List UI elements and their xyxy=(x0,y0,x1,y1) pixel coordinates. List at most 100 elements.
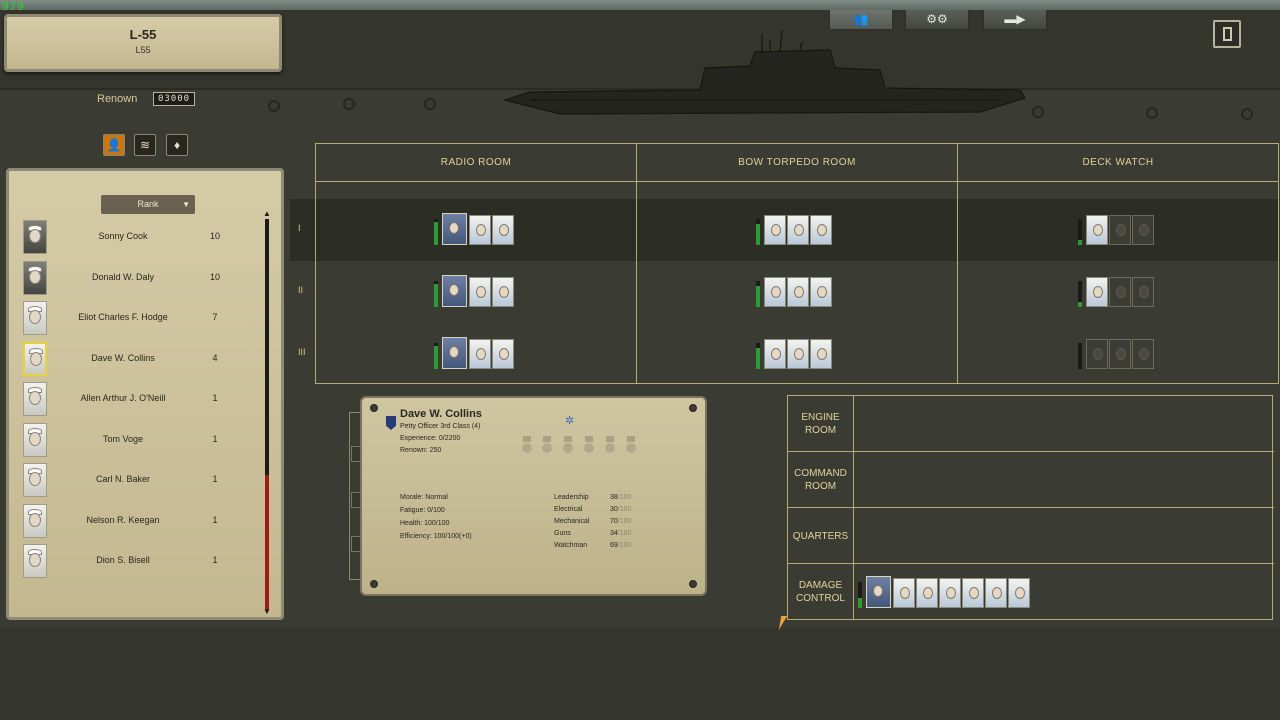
crew-list-item[interactable]: Nelson R. Keegan 1 xyxy=(23,503,243,540)
compartment-row: ENGINE ROOM xyxy=(788,396,1274,452)
tab-equipment[interactable]: ⚙⚙ xyxy=(905,10,969,30)
crew-list-item[interactable]: Tom Voge 1 xyxy=(23,422,243,459)
crew-rank: 7 xyxy=(212,312,218,322)
crew-name: Tom Voge xyxy=(102,433,144,444)
crew-filter-person-button[interactable]: 👤 xyxy=(103,134,125,156)
medal-icon xyxy=(563,436,573,456)
compartment-label: DAMAGE CONTROL xyxy=(788,564,854,620)
officer-crew-slot[interactable] xyxy=(866,576,891,608)
skill-label: Leadership xyxy=(554,494,589,501)
scroll-up-icon[interactable]: ▲ xyxy=(262,209,272,219)
skill-max: /100 xyxy=(617,530,632,537)
crew-name: Sonny Cook xyxy=(98,231,148,241)
compartment-drop-area[interactable] xyxy=(855,508,1273,563)
skill-value: 69/100 xyxy=(610,542,631,549)
skill-label: Mechanical xyxy=(554,518,590,525)
chevron-down-icon: ▼ xyxy=(182,200,190,209)
crew-rank: 4 xyxy=(212,352,218,363)
compartment-drop-area[interactable] xyxy=(855,396,1273,451)
column-header-radio-room: RADIO ROOM xyxy=(316,144,637,182)
crew-name: Carl N. Baker xyxy=(95,474,150,484)
crew-list-item[interactable]: Sonny Cook 10 xyxy=(23,220,243,256)
rivet-icon xyxy=(424,98,436,110)
crew-slot[interactable] xyxy=(962,578,984,608)
column-header-bow-torpedo-room: BOW TORPEDO ROOM xyxy=(637,144,958,182)
crew-detail-rank: Petty Officer 3rd Class (4) xyxy=(400,423,481,430)
compartment-label: ENGINE ROOM xyxy=(788,396,854,452)
crew-portrait xyxy=(23,422,47,457)
crew-slot[interactable] xyxy=(1008,578,1030,608)
tab-crew[interactable]: 👥 xyxy=(829,10,893,30)
rivet-icon xyxy=(370,580,378,588)
medal-icon xyxy=(605,436,615,456)
crew-list-item[interactable]: Allen Arthur J. O'Neill 1 xyxy=(23,382,243,418)
scrollbar-thumb[interactable] xyxy=(265,219,269,475)
compartment-row: DAMAGE CONTROL xyxy=(788,564,1274,620)
crew-rank: 1 xyxy=(212,433,218,444)
crew-status-health: Health: 100/100 xyxy=(400,520,450,527)
crew-portrait xyxy=(23,463,47,497)
crew-name: Eliot Charles F. Hodge xyxy=(78,312,168,322)
crew-list-item[interactable]: Carl N. Baker 1 xyxy=(23,463,243,499)
exit-button[interactable] xyxy=(1213,20,1241,48)
compartment-watch-table: RADIO ROOM BOW TORPEDO ROOM DECK WATCH xyxy=(315,143,1279,384)
rank-chevron-icon xyxy=(386,416,396,430)
skill-value: 38/100 xyxy=(610,494,631,501)
crew-filter-medal-button[interactable]: ♦ xyxy=(166,134,188,156)
crew-list-item[interactable]: Donald W. Daly 10 xyxy=(23,260,243,297)
crew-status-morale: Morale: Normal xyxy=(400,494,448,501)
column-header-deck-watch: DECK WATCH xyxy=(958,144,1278,182)
column-divider xyxy=(957,182,958,384)
crew-filter-rank-chevrons-button[interactable]: ≋ xyxy=(134,134,156,156)
crew-face-icon xyxy=(946,587,956,599)
submarine-silhouette-icon xyxy=(502,30,1026,115)
crew-name: Donald W. Daly xyxy=(91,271,155,282)
crew-face-icon xyxy=(29,472,41,486)
crew-face-icon xyxy=(29,553,41,567)
crew-detail-name: Dave W. Collins xyxy=(400,408,482,420)
compartment-row: QUARTERS xyxy=(788,508,1274,564)
crew-portrait xyxy=(23,260,47,295)
specialty-gear-icon: ✲ xyxy=(565,415,575,427)
crew-sort-dropdown[interactable]: Rank ▼ xyxy=(101,195,195,214)
crew-slot[interactable] xyxy=(916,578,938,608)
crew-face-icon xyxy=(29,229,41,243)
skill-label: Electrical xyxy=(554,506,583,513)
skill-current: 69 xyxy=(610,542,618,549)
crew-slot[interactable] xyxy=(939,578,961,608)
crew-list-panel: Rank ▼ Sonny Cook 10 Donald W. Daly 10 Eliot… xyxy=(6,168,284,620)
skill-current: 30 xyxy=(610,506,618,513)
rivet-icon xyxy=(689,404,697,412)
crew-list-item[interactable]: Dave W. Collins 4 xyxy=(23,341,243,378)
scroll-down-icon[interactable]: ▼ xyxy=(262,607,272,617)
crew-portrait xyxy=(23,544,47,578)
rivet-icon xyxy=(689,580,697,588)
tab-torpedoes[interactable]: ▬▶ xyxy=(983,10,1047,30)
watch-label: I xyxy=(298,223,301,233)
rivet-icon xyxy=(1241,108,1253,120)
crew-rank: 1 xyxy=(212,555,218,565)
crew-face-icon xyxy=(1015,587,1025,599)
crew-list-item[interactable]: Eliot Charles F. Hodge 7 xyxy=(23,301,243,337)
renown-label: Renown xyxy=(97,93,138,105)
skill-max: /100 xyxy=(617,518,632,525)
column-divider xyxy=(636,182,637,384)
efficiency-meter-fill xyxy=(858,597,862,608)
medal-icon xyxy=(584,436,594,456)
medal-icon xyxy=(522,436,532,456)
crew-list-item[interactable]: Dion S. Bisell 1 xyxy=(23,544,243,580)
skill-current: 70 xyxy=(610,518,618,525)
compartment-drop-area[interactable] xyxy=(855,452,1273,507)
crew-face-icon xyxy=(29,431,41,446)
submarine-code: L55 xyxy=(135,45,151,55)
skill-max: /100 xyxy=(617,506,632,513)
compartment-label: COMMAND ROOM xyxy=(788,452,854,508)
crew-slot[interactable] xyxy=(985,578,1007,608)
crew-slot[interactable] xyxy=(893,578,915,608)
skill-current: 34 xyxy=(610,530,618,537)
compartment-row: COMMAND ROOM xyxy=(788,452,1274,508)
top-bar xyxy=(0,0,1280,10)
crew-rank: 10 xyxy=(209,231,220,241)
crew-sort-label: Rank xyxy=(137,199,159,209)
crew-face-icon xyxy=(873,585,883,597)
